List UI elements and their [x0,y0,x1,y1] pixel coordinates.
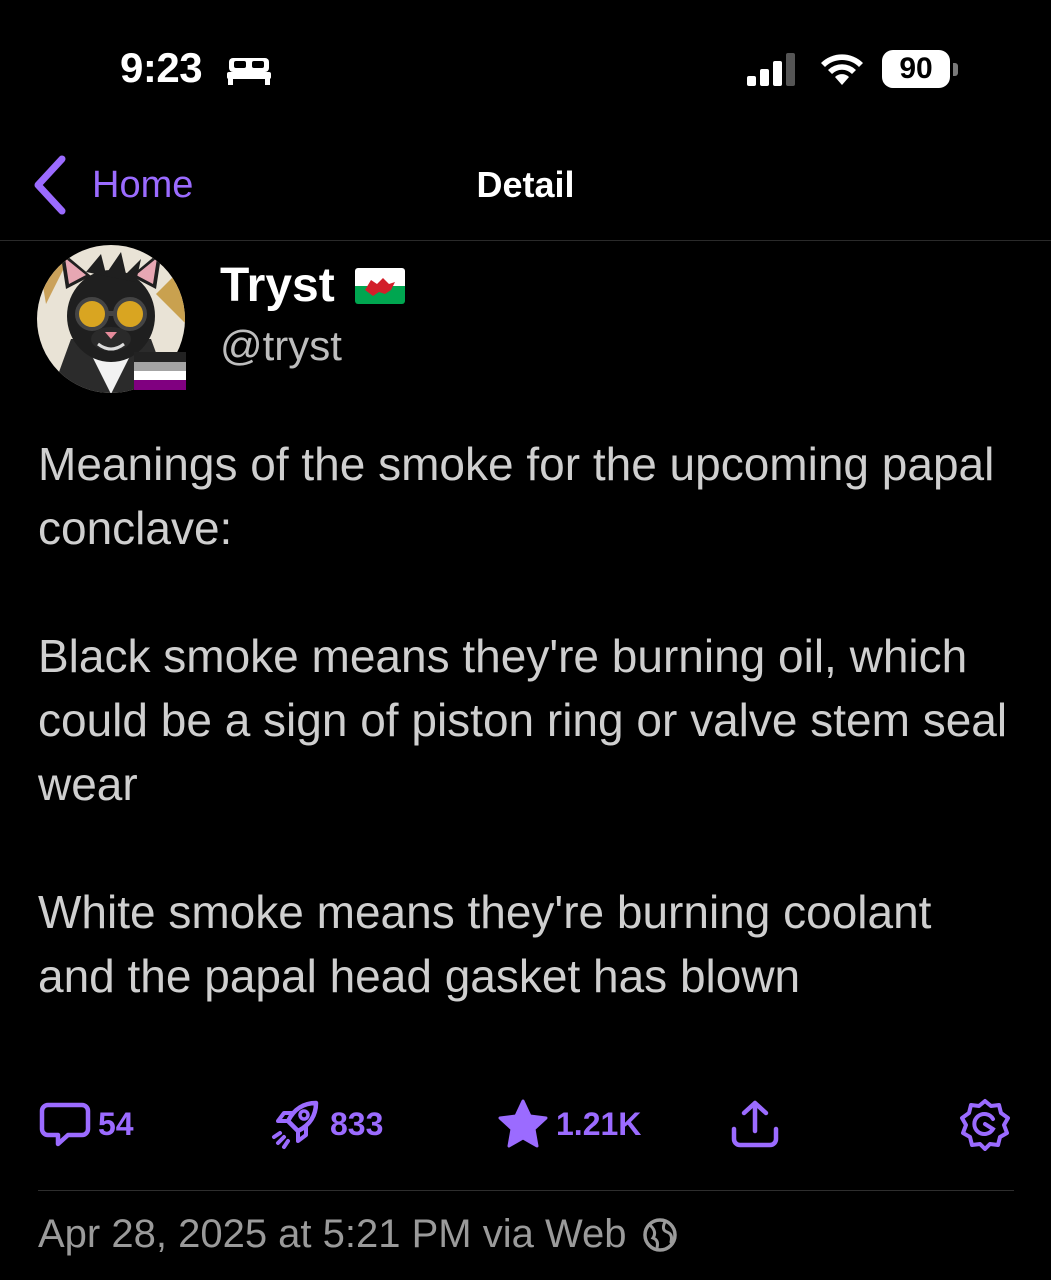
author-display-name[interactable]: Tryst [220,258,405,313]
author-name-text: Tryst [220,259,335,312]
signal-icon [747,53,795,86]
reply-icon [39,1102,91,1147]
post-timestamp: Apr 28, 2025 at 5:21 PM via Web [38,1212,627,1256]
wifi-icon [821,54,863,85]
battery-cap [953,63,958,76]
author-handle[interactable]: @tryst [220,322,342,370]
bed-icon [227,58,271,85]
post-content: Meanings of the smoke for the upcoming p… [38,432,1018,1008]
post-paragraph: Meanings of the smoke for the upcoming p… [38,438,995,554]
favorite-button[interactable]: 1.21K [496,1096,641,1152]
post-meta: Apr 28, 2025 at 5:21 PM via Web [38,1212,679,1257]
navigation-bar: Home Detail [0,130,1051,241]
avatar[interactable] [36,244,186,394]
status-time: 9:23 [120,44,203,91]
status-bar: 9:23 90 [0,0,1051,130]
post-paragraph: Black smoke means they're burning oil, w… [38,630,1008,810]
battery-level: 90 [882,50,950,88]
settings-icon [960,1099,1010,1151]
reply-count: 54 [98,1105,134,1142]
star-icon [498,1099,548,1148]
more-options-button[interactable] [958,1096,1012,1152]
action-bar: 54 833 1.21K [0,1090,1051,1160]
page-title: Detail [476,164,575,205]
wales-flag-icon [354,267,405,304]
share-button[interactable] [728,1096,782,1152]
share-icon [731,1100,779,1148]
divider [38,1190,1014,1191]
post-paragraph: White smoke means they're burning coolan… [38,886,932,1002]
boost-count: 833 [330,1105,384,1142]
favorite-count: 1.21K [556,1105,642,1142]
globe-icon [642,1217,677,1252]
battery-indicator: 90 [882,50,960,90]
reply-button[interactable]: 54 [38,1096,134,1152]
boost-button[interactable]: 833 [270,1096,383,1152]
rocket-boost-icon [272,1100,319,1149]
